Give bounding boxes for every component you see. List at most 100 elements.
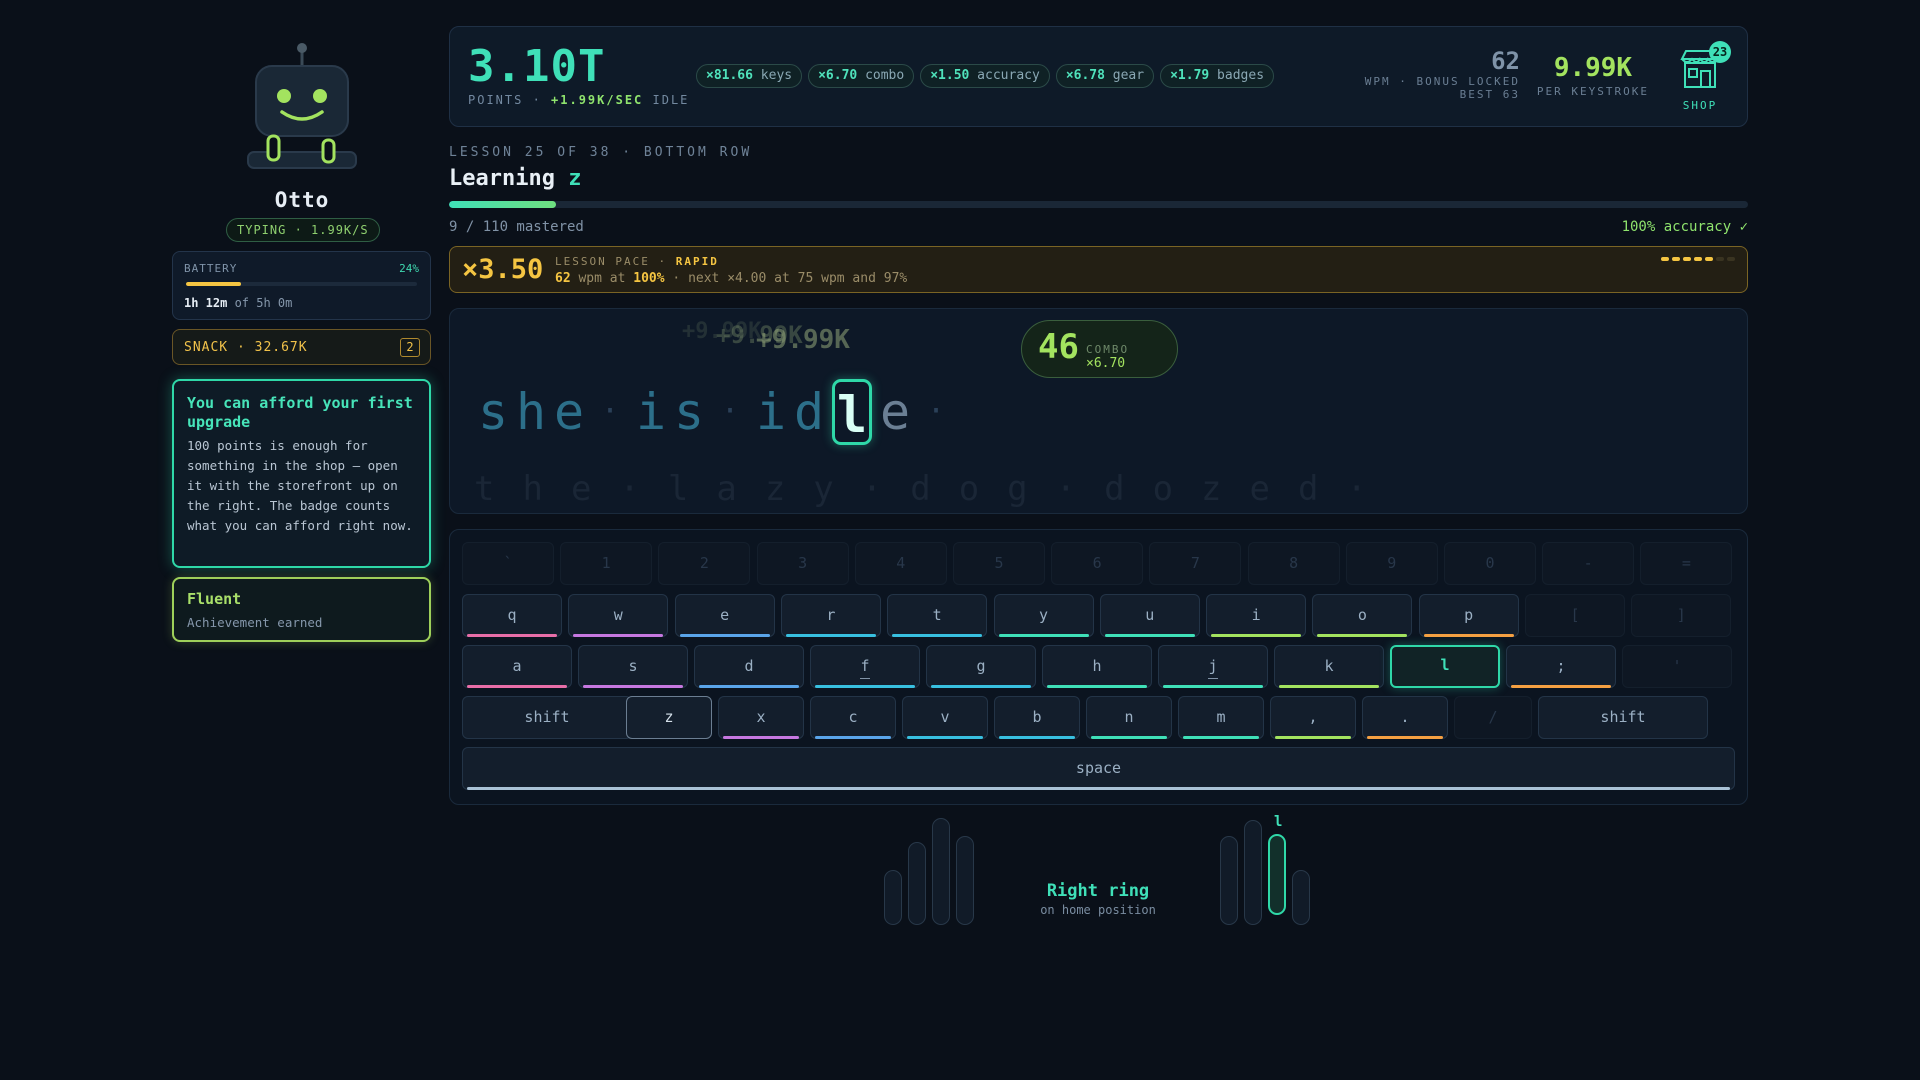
achievement-card[interactable]: Fluent Achievement earned [172,577,431,642]
pace-detail: 62 wpm at 100% · next ×4.00 at 75 wpm an… [555,271,907,286]
key-f[interactable]: f [810,645,920,688]
tip-card[interactable]: You can afford your first upgrade 100 po… [172,379,431,568]
key-x[interactable]: x [718,696,804,739]
key-t[interactable]: t [887,594,988,637]
idle-label: IDLE [643,93,690,107]
key-s[interactable]: s [578,645,688,688]
finger-color-bar [723,736,799,739]
key-label: c [848,708,858,726]
key-v[interactable]: v [902,696,988,739]
pace-multiplier: ×3.50 [462,254,544,285]
multiplier-value: ×6.78 [1065,68,1105,83]
key-space[interactable]: space [462,747,1735,790]
typed-char: e [553,383,585,441]
right-hand-finger [1244,820,1262,925]
key-d[interactable]: d [694,645,804,688]
key-'[interactable]: ' [1622,645,1732,688]
current-char: l [832,379,872,445]
key-label: e [720,606,730,624]
key-][interactable]: ] [1631,594,1732,637]
key-y[interactable]: y [993,594,1094,637]
key-6[interactable]: 6 [1051,542,1144,585]
left-hand-finger [908,842,926,925]
finger-color-bar [1183,736,1259,739]
key-;[interactable]: ; [1506,645,1616,688]
key-4[interactable]: 4 [854,542,947,585]
lesson-pace-banner: ×3.50 LESSON PACE · RAPID 62 wpm at 100%… [449,246,1748,293]
finger-color-bar [467,634,557,637]
key-shift[interactable]: shift [1538,696,1708,739]
lesson-title: Learning z [449,166,581,191]
key-e[interactable]: e [674,594,775,637]
key-r[interactable]: r [780,594,881,637]
key-`[interactable]: ` [462,542,554,585]
key-/[interactable]: / [1454,696,1532,739]
key-h[interactable]: h [1042,645,1152,688]
key-label: p [1464,606,1474,624]
key-label: 2 [699,554,709,572]
key-1[interactable]: 1 [560,542,653,585]
key-q[interactable]: q [462,594,562,637]
multiplier-chip: ×81.66 keys [696,64,803,88]
space-marker: · [600,394,620,429]
key-n[interactable]: n [1086,696,1172,739]
typed-char: i [635,383,667,441]
key-[[interactable]: [ [1525,594,1625,637]
key-3[interactable]: 3 [756,542,849,585]
key-label: i [1251,606,1261,624]
key-w[interactable]: w [568,594,669,637]
key-2[interactable]: 2 [658,542,751,585]
key-label: b [1032,708,1042,726]
key-.[interactable]: . [1362,696,1448,739]
key-shift[interactable]: shift [462,696,632,739]
key-c[interactable]: c [810,696,896,739]
achievement-subtitle: Achievement earned [187,615,323,630]
key-label: t [932,606,942,624]
key-=[interactable]: = [1640,542,1733,585]
snack-button[interactable]: SNACK · 32.67K 2 [172,329,431,365]
key-i[interactable]: i [1206,594,1307,637]
key-a[interactable]: a [462,645,572,688]
points-rate: POINTS · +1.99K/SEC IDLE [468,93,689,107]
key-8[interactable]: 8 [1247,542,1340,585]
typing-area[interactable]: +9.99K +9.99K +9.99K 46 COMBO ×6.70 s h e ·… [449,308,1748,514]
key-9[interactable]: 9 [1345,542,1438,585]
points-popup: +9.99K [756,325,850,355]
snack-count-badge: 2 [400,338,420,357]
shop-button[interactable]: 23 SHOP [1665,41,1735,117]
key-5[interactable]: 5 [953,542,1045,585]
finger-color-bar [1104,634,1195,637]
typed-char: s [477,383,509,441]
key-p[interactable]: p [1418,594,1519,637]
key-g[interactable]: g [926,645,1036,688]
key-j[interactable]: j [1158,645,1268,688]
key-k[interactable]: k [1274,645,1384,688]
key-label: y [1038,606,1049,624]
key-u[interactable]: u [1099,594,1200,637]
points-label: POINTS · [468,93,552,107]
key-b[interactable]: b [994,696,1080,739]
key-l[interactable]: l [1390,645,1500,688]
key-,[interactable]: , [1270,696,1356,739]
key-label: m [1216,708,1226,726]
key-label: h [1092,657,1102,675]
multiplier-value: ×81.66 [706,68,753,83]
battery-bar-fill [186,282,242,286]
key-0[interactable]: 0 [1444,542,1536,585]
key-m[interactable]: m [1178,696,1264,739]
current-line: s h e · i s · i d l e · [474,379,958,445]
key-z[interactable]: z [626,696,712,739]
combo-multiplier: ×6.70 [1086,356,1126,371]
key-label: s [628,657,638,675]
key-7[interactable]: 7 [1149,542,1242,585]
key-label: r [826,606,836,624]
key-label: = [1681,554,1691,572]
tip-title: You can afford your first upgrade [187,394,413,431]
wpm-value: 62 [1491,47,1520,75]
pace-rating: RAPID [675,255,719,268]
key-label: q [507,606,517,624]
finger-color-bar [467,787,1730,790]
key-o[interactable]: o [1312,594,1413,637]
key--[interactable]: - [1542,542,1635,585]
key-label: z [664,708,674,726]
